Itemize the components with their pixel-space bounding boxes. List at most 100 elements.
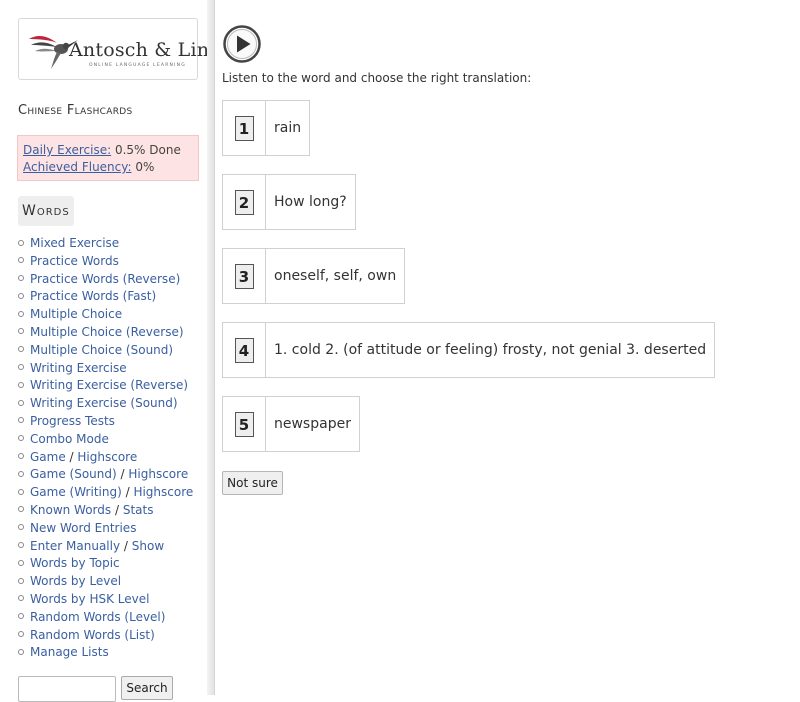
- menu-link[interactable]: Mixed Exercise: [30, 236, 119, 250]
- instruction-text: Listen to the word and choose the right …: [222, 71, 532, 85]
- menu-link[interactable]: Random Words (Level): [30, 610, 165, 624]
- menu-item: Words by Level: [18, 573, 193, 591]
- bullet-icon: [18, 648, 24, 655]
- sidebar-divider: [207, 0, 215, 695]
- option-number: 5: [234, 411, 254, 437]
- menu-link[interactable]: Practice Words: [30, 254, 119, 268]
- menu-link[interactable]: New Word Entries: [30, 521, 136, 535]
- menu-item: Multiple Choice (Sound): [18, 342, 193, 360]
- answer-option[interactable]: 5 newspaper: [222, 396, 360, 452]
- menu-item: Enter Manually / Show: [18, 538, 193, 556]
- logo-subtitle: ONLINE LANGUAGE LEARNING: [89, 63, 186, 68]
- menu-separator: /: [111, 502, 123, 517]
- menu-link[interactable]: Progress Tests: [30, 414, 115, 428]
- menu-link[interactable]: Words by Level: [30, 574, 121, 588]
- menu-link[interactable]: Practice Words (Fast): [30, 289, 156, 303]
- option-text: rain: [274, 120, 302, 136]
- menu-item: Words by HSK Level: [18, 591, 193, 609]
- menu-separator: /: [121, 485, 134, 500]
- bullet-icon: [18, 559, 24, 566]
- option-number: 1: [234, 115, 254, 141]
- daily-exercise-link[interactable]: Daily Exercise:: [23, 143, 111, 157]
- bullet-icon: [18, 346, 24, 353]
- menu-item: Practice Words (Fast): [18, 288, 193, 306]
- menu-link[interactable]: Enter Manually: [30, 539, 120, 553]
- bullet-icon: [18, 292, 24, 299]
- answer-option[interactable]: 4 1. cold 2. (of attitude or feeling) fro…: [222, 322, 716, 378]
- menu-link[interactable]: Multiple Choice: [30, 307, 122, 321]
- menu-item: Progress Tests: [18, 413, 193, 431]
- sidebar-title: Chinese Flashcards: [18, 103, 133, 118]
- words-section-header: Words: [18, 196, 74, 226]
- achieved-fluency-value: 0%: [131, 160, 155, 174]
- answer-option[interactable]: 2 How long?: [222, 174, 356, 230]
- search-button[interactable]: Search: [121, 676, 173, 700]
- option-number: 2: [234, 189, 254, 215]
- menu-link[interactable]: Manage Lists: [30, 645, 109, 659]
- menu-link-secondary[interactable]: Highscore: [77, 450, 137, 464]
- menu-item: Known Words / Stats: [18, 502, 193, 520]
- bullet-icon: [18, 613, 24, 620]
- menu-item: Game (Sound) / Highscore: [18, 466, 193, 484]
- menu-link[interactable]: Practice Words (Reverse): [30, 272, 180, 286]
- not-sure-button[interactable]: Not sure: [222, 471, 283, 495]
- menu-link[interactable]: Game (Sound): [30, 467, 117, 481]
- menu-item: Words by Topic: [18, 555, 193, 573]
- menu-link[interactable]: Game (Writing): [30, 485, 122, 499]
- menu-link[interactable]: Multiple Choice (Reverse): [30, 325, 184, 339]
- menu-item: Practice Words (Reverse): [18, 271, 193, 289]
- menu-item: Random Words (List): [18, 627, 193, 645]
- menu-link[interactable]: Random Words (List): [30, 628, 155, 642]
- menu-item: Manage Lists: [18, 644, 193, 662]
- menu-item: New Word Entries: [18, 520, 193, 538]
- menu-item: Multiple Choice (Reverse): [18, 324, 193, 342]
- bullet-icon: [18, 239, 24, 246]
- option-number: 3: [234, 263, 254, 289]
- menu-separator: /: [120, 538, 132, 553]
- menu-link[interactable]: Multiple Choice (Sound): [30, 343, 173, 357]
- menu-item: Writing Exercise (Reverse): [18, 377, 193, 395]
- bullet-icon: [18, 257, 24, 264]
- play-icon[interactable]: [223, 25, 261, 63]
- search-input[interactable]: [18, 676, 116, 702]
- bullet-icon: [18, 275, 24, 282]
- menu-link[interactable]: Writing Exercise (Sound): [30, 396, 178, 410]
- menu-link-secondary[interactable]: Highscore: [133, 485, 193, 499]
- menu-link[interactable]: Words by HSK Level: [30, 592, 149, 606]
- option-text: newspaper: [274, 416, 351, 432]
- bullet-icon: [18, 328, 24, 335]
- bullet-icon: [18, 417, 24, 424]
- menu-item: Practice Words: [18, 253, 193, 271]
- option-number-cell: 1: [223, 101, 266, 155]
- menu-link-secondary[interactable]: Highscore: [128, 467, 188, 481]
- achieved-fluency-link[interactable]: Achieved Fluency:: [23, 160, 132, 174]
- answer-option[interactable]: 1 rain: [222, 100, 311, 156]
- progress-box: Daily Exercise: 0.5% Done Achieved Fluen…: [17, 135, 199, 181]
- logo[interactable]: Antosch & Lin ONLINE LANGUAGE LEARNING: [18, 18, 209, 80]
- answer-option[interactable]: 3 oneself, self, own: [222, 248, 406, 304]
- option-text: How long?: [274, 194, 347, 210]
- menu-link[interactable]: Game: [30, 450, 66, 464]
- bullet-icon: [18, 524, 24, 531]
- bullet-icon: [18, 595, 24, 602]
- menu-link[interactable]: Known Words: [30, 503, 111, 517]
- menu-separator: /: [116, 467, 129, 482]
- words-menu: Mixed Exercise Practice Words Practice Wor…: [18, 235, 193, 662]
- menu-separator: /: [65, 449, 78, 464]
- bullet-icon: [18, 435, 24, 442]
- option-text: 1. cold 2. (of attitude or feeling) fros…: [274, 342, 707, 358]
- menu-link[interactable]: Combo Mode: [30, 432, 109, 446]
- option-text: oneself, self, own: [274, 268, 397, 284]
- bullet-icon: [18, 399, 24, 406]
- option-number-cell: 4: [223, 323, 266, 377]
- menu-link-secondary[interactable]: Stats: [123, 503, 154, 517]
- menu-link[interactable]: Writing Exercise (Reverse): [30, 378, 188, 392]
- menu-link-secondary[interactable]: Show: [132, 539, 164, 553]
- menu-item: Game (Writing) / Highscore: [18, 484, 193, 502]
- menu-item: Writing Exercise (Sound): [18, 395, 193, 413]
- option-number-cell: 3: [223, 249, 266, 303]
- menu-item: Combo Mode: [18, 431, 193, 449]
- bullet-icon: [18, 453, 24, 460]
- menu-link[interactable]: Words by Topic: [30, 556, 120, 570]
- menu-link[interactable]: Writing Exercise: [30, 361, 127, 375]
